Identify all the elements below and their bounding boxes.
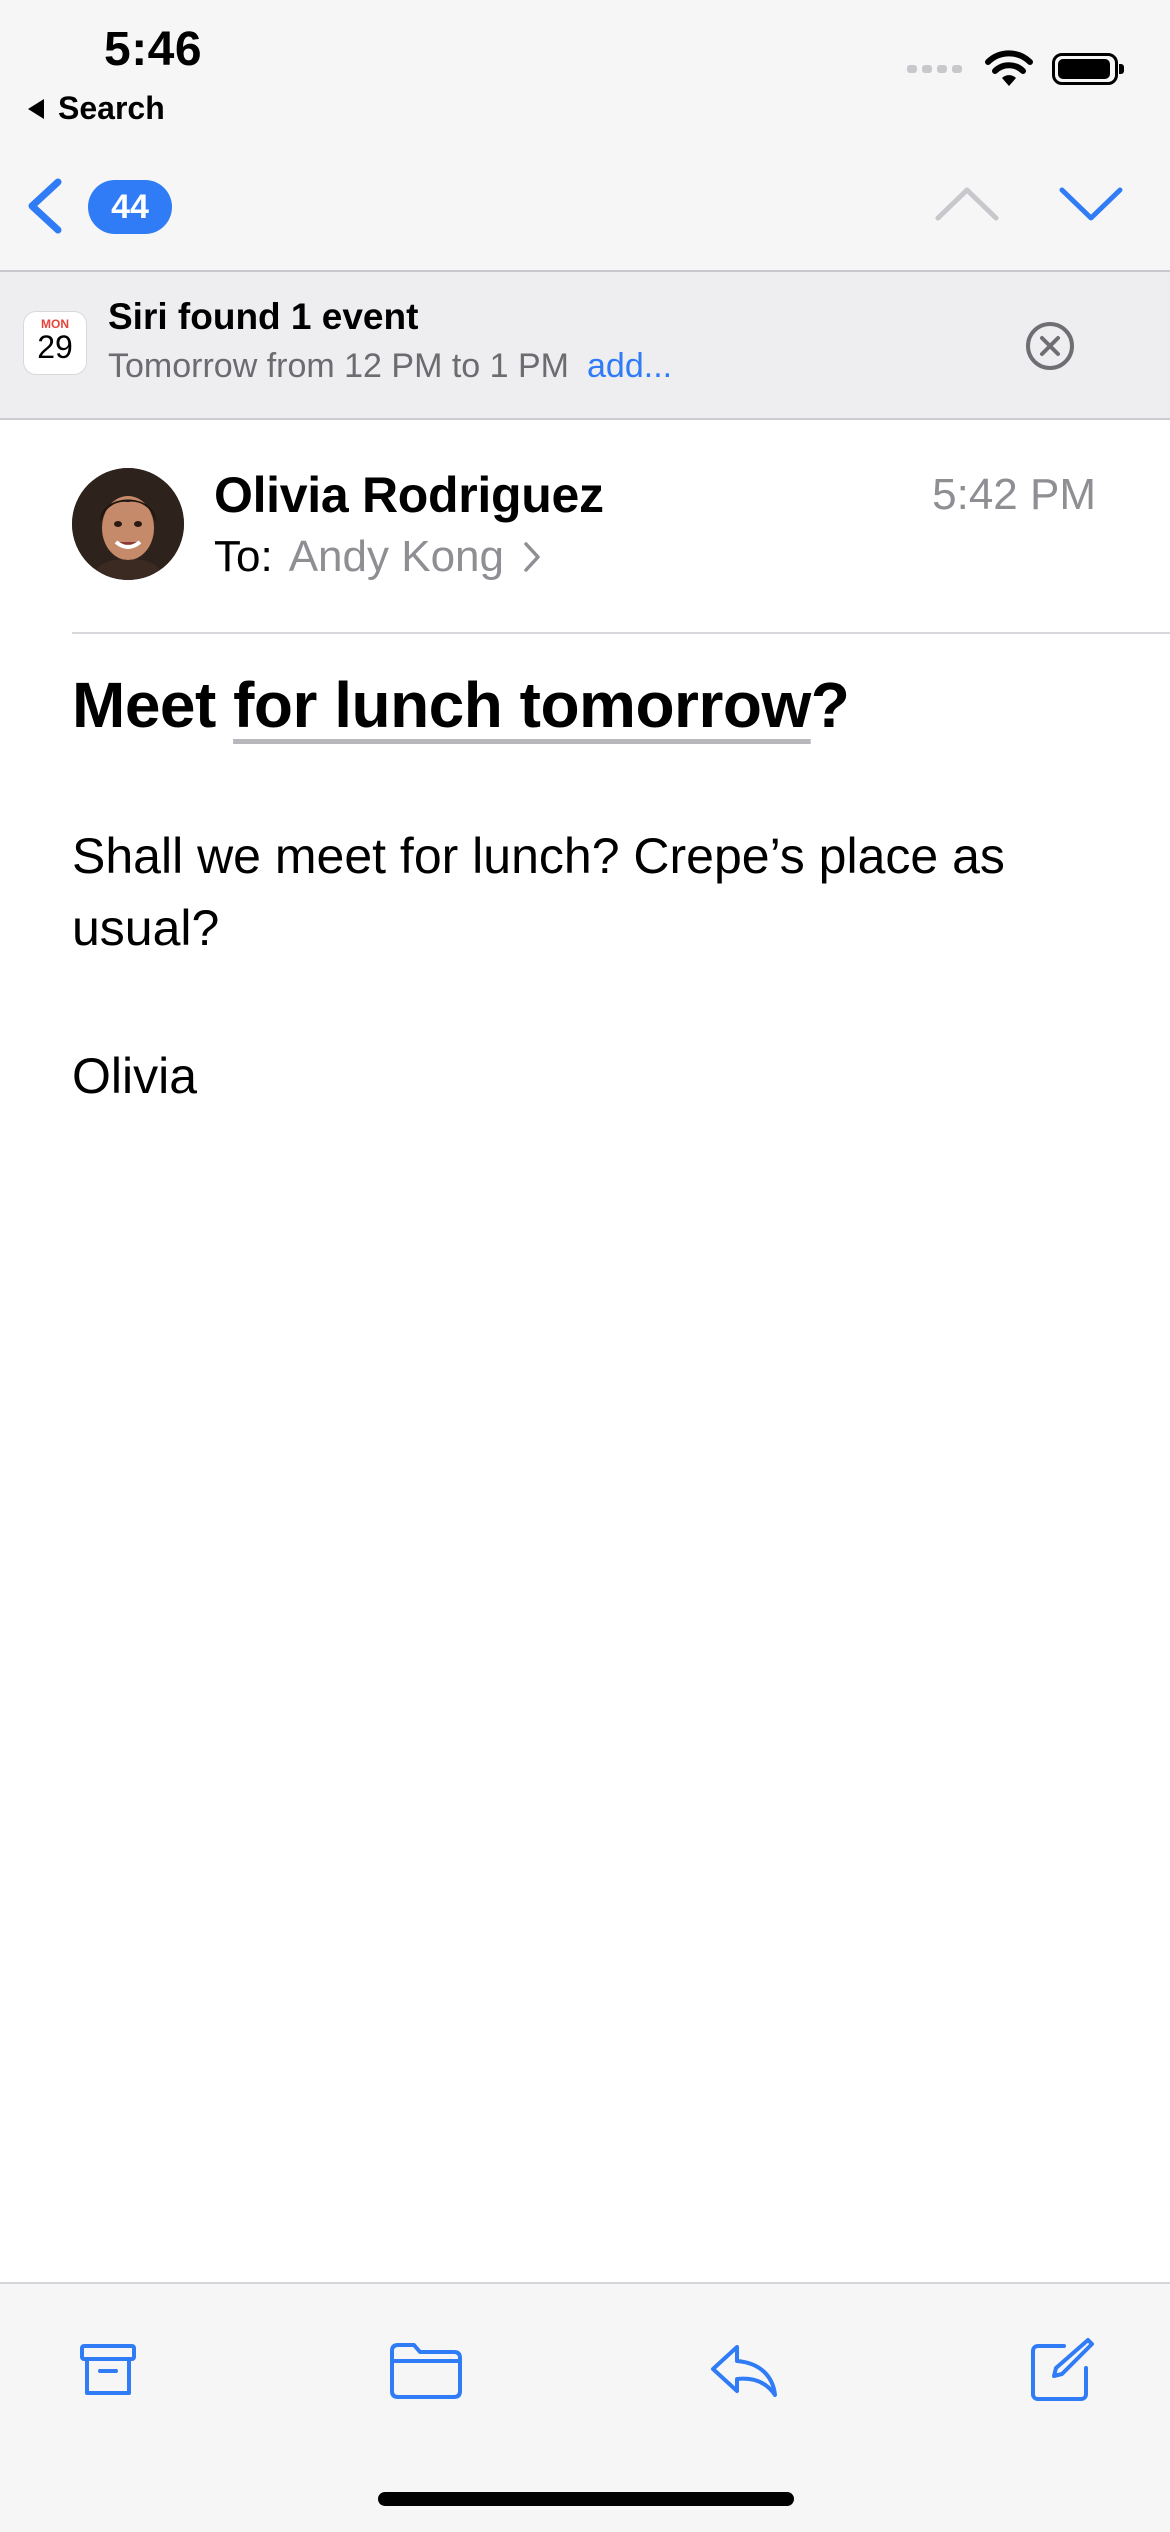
siri-suggestion-title: Siri found 1 event [108, 296, 419, 337]
wifi-icon [985, 50, 1033, 86]
recipient-name[interactable]: Andy Kong [289, 532, 504, 582]
next-message-chevron-down-icon[interactable] [1056, 180, 1126, 230]
message-signature: Olivia [72, 1048, 198, 1104]
status-indicators [907, 50, 1124, 88]
dismiss-suggestion-close-icon[interactable] [1024, 320, 1076, 372]
sender-name[interactable]: Olivia Rodriguez [214, 466, 604, 524]
top-chrome: 5:46 Search 44 [0, 0, 1170, 272]
back-triangle-icon [28, 98, 44, 119]
message-body: Shall we meet for lunch? Crepe’s place a… [72, 828, 1005, 956]
siri-suggestion-detail-row: Tomorrow from 12 PM to 1 PM add... [108, 347, 672, 386]
back-chevron-icon[interactable] [22, 176, 68, 236]
siri-event-suggestion-banner[interactable]: MON 29 Siri found 1 event Tomorrow from … [0, 272, 1170, 420]
recipient-row[interactable]: To: Andy Kong [214, 532, 542, 582]
archive-button[interactable] [68, 2330, 148, 2410]
sender-avatar[interactable] [72, 468, 184, 580]
message-time: 5:42 PM [932, 470, 1096, 519]
siri-add-event-link[interactable]: add... [587, 347, 672, 385]
detected-event-phrase[interactable]: for lunch tomorrow [233, 669, 811, 741]
compose-button[interactable] [1022, 2330, 1102, 2410]
calendar-icon-day: 29 [37, 329, 73, 365]
previous-message-chevron-up-icon[interactable] [932, 180, 1002, 230]
reply-icon [711, 2345, 777, 2397]
back-to-search-button[interactable]: Search [28, 90, 165, 127]
subject-suffix: ? [810, 669, 850, 741]
reply-button[interactable] [704, 2330, 784, 2410]
chevron-right-icon [524, 542, 540, 572]
folder-icon [390, 2343, 462, 2399]
calendar-icon: MON 29 [24, 312, 86, 374]
unread-count-badge[interactable]: 44 [88, 180, 172, 234]
message-subject: Meet for lunch tomorrow? [72, 668, 850, 742]
avatar-portrait-icon [72, 468, 184, 580]
move-to-folder-button[interactable] [386, 2330, 466, 2410]
cellular-signal-icon [907, 65, 962, 73]
compose-icon [1031, 2338, 1094, 2401]
archive-icon [80, 2344, 136, 2395]
home-indicator[interactable] [378, 2492, 794, 2506]
siri-suggestion-detail: Tomorrow from 12 PM to 1 PM [108, 347, 570, 385]
to-label: To: [214, 532, 273, 581]
header-divider [72, 632, 1170, 634]
status-time: 5:46 [104, 23, 203, 76]
battery-icon [1052, 53, 1124, 85]
subject-prefix: Meet [72, 669, 234, 741]
back-to-search-label: Search [58, 90, 165, 126]
